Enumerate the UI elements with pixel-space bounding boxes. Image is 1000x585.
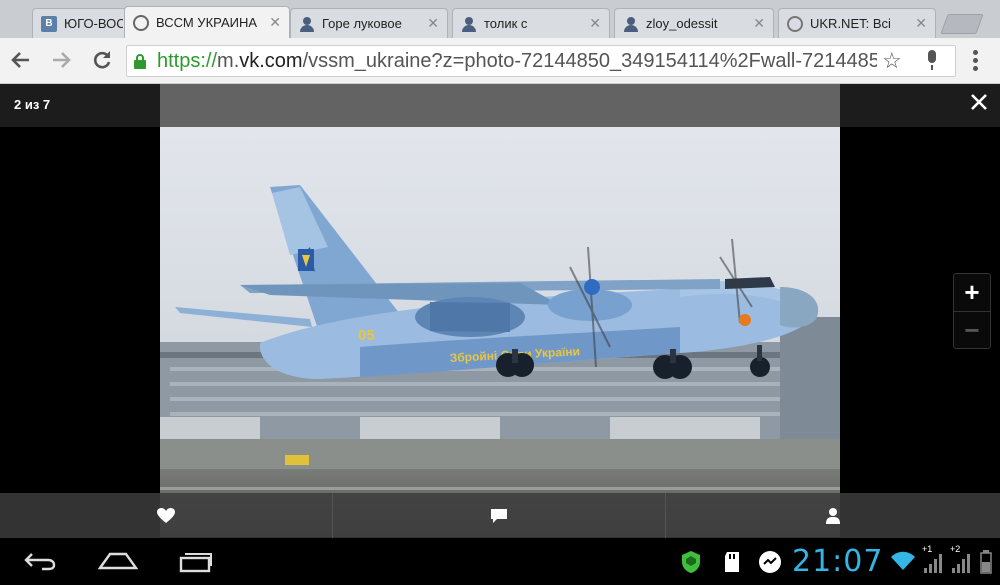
reload-icon	[93, 51, 111, 69]
tab-title: ЮГО-ВОСТОК	[64, 16, 123, 31]
lock-icon	[134, 54, 146, 69]
photo-counter: 2 из 7	[14, 97, 51, 112]
forward-arrow-icon	[53, 52, 71, 68]
url-subdomain: m.	[217, 50, 240, 72]
url-scheme: https://	[157, 50, 218, 72]
like-button[interactable]	[0, 493, 332, 538]
microphone-icon[interactable]	[925, 50, 939, 72]
close-tab-icon[interactable]: ✕	[589, 15, 601, 32]
system-navigation-bar: 21:07 +1 +2	[0, 538, 1000, 585]
close-tab-icon[interactable]: ✕	[753, 15, 765, 32]
person-icon	[826, 507, 840, 524]
photo-viewer: 2 из 7 05 Збройні України + −	[0, 84, 1000, 538]
url-path: /vssm_ukraine?z=photo-72144850_349154114…	[302, 50, 877, 72]
signal-1-icon: +1	[922, 544, 946, 573]
tab-vssm-ukraine[interactable]: ВССМ УКРАИНА ✕	[124, 6, 290, 38]
tab-title: толик с	[484, 16, 528, 31]
tab-tolik-s[interactable]: толик с ✕	[452, 8, 610, 38]
close-viewer-button[interactable]	[966, 92, 992, 118]
menu-dots-icon[interactable]	[973, 50, 979, 72]
photo-action-bar	[0, 493, 1000, 538]
heart-icon	[157, 507, 175, 523]
tab-title: ВССМ УКРАИНА	[156, 15, 258, 30]
loading-icon	[787, 15, 803, 32]
address-bar[interactable]: https://m.vk.com/vssm_ukraine?z=photo-72…	[126, 45, 956, 77]
tab-yugo-vostok[interactable]: B ЮГО-ВОСТОК	[32, 8, 132, 38]
globe-icon	[133, 14, 149, 31]
new-tab-button[interactable]	[940, 14, 984, 34]
tab-ukr-net[interactable]: UKR.NET: Всі ✕	[778, 8, 936, 38]
user-icon	[623, 16, 639, 32]
tab-title: zloy_odessit	[646, 16, 718, 31]
zoom-out-button[interactable]: −	[954, 311, 990, 348]
browser-screen: B ЮГО-ВОСТОК ВССМ УКРАИНА ✕ Горе луковое…	[0, 0, 1000, 585]
close-icon	[971, 94, 987, 110]
android-home-button[interactable]	[97, 548, 139, 576]
sd-card-icon	[722, 550, 744, 578]
tail-number: 05	[358, 327, 375, 344]
shield-status-icon	[680, 550, 704, 578]
wifi-icon	[890, 550, 918, 578]
android-back-button[interactable]	[22, 548, 58, 576]
tab-gore-lukovoe[interactable]: Горе луковое ✕	[290, 8, 448, 38]
status-clock: 21:07	[792, 544, 884, 579]
user-icon	[299, 16, 315, 32]
reload-button[interactable]	[90, 49, 114, 73]
tab-zloy-odessit[interactable]: zloy_odessit ✕	[614, 8, 774, 38]
android-recents-button[interactable]	[178, 548, 214, 576]
tab-title: Горе луковое	[322, 16, 402, 31]
zoom-in-button[interactable]: +	[954, 274, 990, 311]
zoom-control: + −	[953, 273, 991, 349]
bookmark-star-icon[interactable]: ☆	[882, 48, 902, 74]
android-home-icon	[97, 552, 139, 570]
comment-icon	[491, 508, 507, 523]
url-host: vk.com	[239, 50, 303, 72]
back-arrow-icon	[11, 52, 29, 68]
tab-strip: B ЮГО-ВОСТОК ВССМ УКРАИНА ✕ Горе луковое…	[0, 0, 1000, 38]
aircraft-illustration: 05 Збройні Сили України	[160, 127, 840, 537]
close-tab-icon[interactable]: ✕	[915, 15, 927, 32]
battery-icon	[980, 550, 994, 578]
messenger-icon	[758, 550, 784, 578]
close-tab-icon[interactable]: ✕	[427, 15, 439, 32]
back-button[interactable]	[8, 49, 32, 73]
signal-2-icon: +2	[950, 544, 974, 573]
android-back-icon	[24, 553, 56, 571]
close-tab-icon[interactable]: ✕	[269, 14, 281, 31]
user-icon	[461, 16, 477, 32]
android-recents-icon	[179, 553, 212, 573]
tag-person-button[interactable]	[666, 493, 1000, 538]
comment-button[interactable]	[333, 493, 665, 538]
forward-button[interactable]	[50, 49, 74, 73]
vk-icon: B	[41, 15, 57, 32]
tab-title: UKR.NET: Всі	[810, 16, 891, 31]
browser-toolbar: https://m.vk.com/vssm_ukraine?z=photo-72…	[0, 38, 1000, 84]
aircraft-photo[interactable]: 05 Збройні Сили України	[160, 127, 840, 537]
url-text[interactable]: https://m.vk.com/vssm_ukraine?z=photo-72…	[157, 50, 877, 73]
viewer-header: 2 из 7	[0, 84, 1000, 127]
